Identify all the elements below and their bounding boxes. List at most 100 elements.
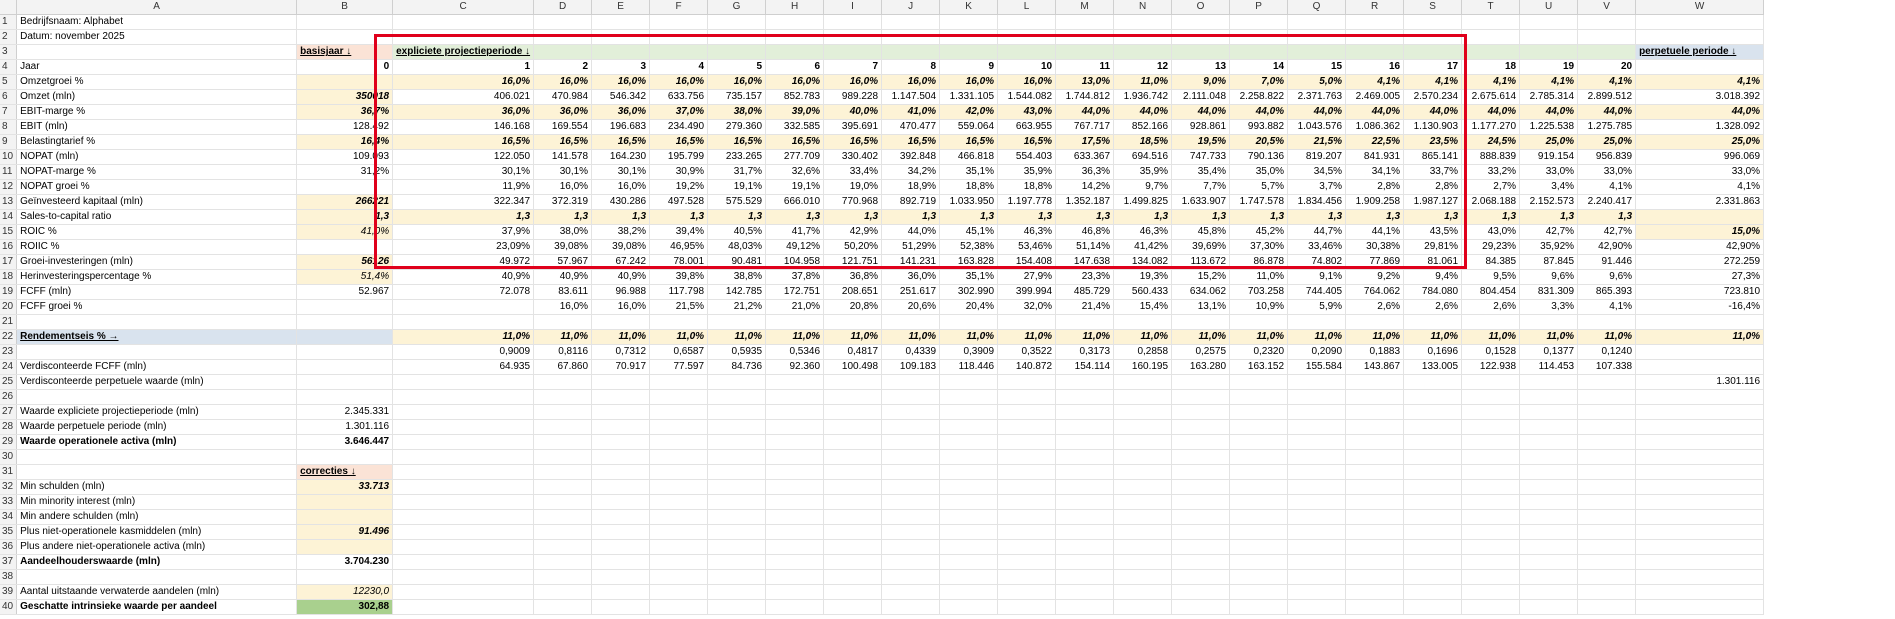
- cell-i20[interactable]: 20,8%: [823, 299, 883, 316]
- cell-r30[interactable]: [1345, 449, 1405, 466]
- cell-q8[interactable]: 1.043.576: [1287, 119, 1347, 136]
- cell-r14[interactable]: 1,3: [1345, 209, 1405, 226]
- cell-h37[interactable]: [765, 554, 825, 571]
- cell-b13[interactable]: 266221: [296, 194, 394, 211]
- cell-u11[interactable]: 33,0%: [1519, 164, 1579, 181]
- cell-s31[interactable]: [1403, 464, 1463, 481]
- cell-p19[interactable]: 703.258: [1229, 284, 1289, 301]
- cell-m12[interactable]: 14,2%: [1055, 179, 1115, 196]
- cell-r7[interactable]: 44,0%: [1345, 104, 1405, 121]
- cell-r36[interactable]: [1345, 539, 1405, 556]
- cell-v3[interactable]: [1577, 44, 1637, 61]
- cell-g4[interactable]: 5: [707, 59, 767, 76]
- cell-b18[interactable]: 51,4%: [296, 269, 394, 286]
- cell-r3[interactable]: [1345, 44, 1405, 61]
- column-header-v[interactable]: V: [1577, 0, 1637, 16]
- cell-c8[interactable]: 146.168: [392, 119, 535, 136]
- row-header[interactable]: 31: [0, 464, 18, 481]
- cell-b40[interactable]: 302,88: [296, 599, 394, 616]
- cell-u27[interactable]: [1519, 404, 1579, 421]
- cell-f22[interactable]: 11,0%: [649, 329, 709, 346]
- cell-t37[interactable]: [1461, 554, 1521, 571]
- cell-a21[interactable]: [16, 314, 298, 331]
- cell-b11[interactable]: 31,2%: [296, 164, 394, 181]
- cell-m35[interactable]: [1055, 524, 1115, 541]
- cell-v14[interactable]: 1,3: [1577, 209, 1637, 226]
- column-header-f[interactable]: F: [649, 0, 709, 16]
- cell-v20[interactable]: 4,1%: [1577, 299, 1637, 316]
- cell-j20[interactable]: 20,6%: [881, 299, 941, 316]
- cell-b39[interactable]: 12230,0: [296, 584, 394, 601]
- cell-t31[interactable]: [1461, 464, 1521, 481]
- cell-w33[interactable]: [1635, 494, 1765, 511]
- cell-j26[interactable]: [881, 389, 941, 406]
- cell-g27[interactable]: [707, 404, 767, 421]
- cell-o37[interactable]: [1171, 554, 1231, 571]
- cell-t7[interactable]: 44,0%: [1461, 104, 1521, 121]
- cell-f6[interactable]: 633.756: [649, 89, 709, 106]
- cell-n30[interactable]: [1113, 449, 1173, 466]
- cell-r23[interactable]: 0,1883: [1345, 344, 1405, 361]
- cell-s32[interactable]: [1403, 479, 1463, 496]
- cell-n3[interactable]: [1113, 44, 1173, 61]
- cell-n29[interactable]: [1113, 434, 1173, 451]
- cell-v24[interactable]: 107.338: [1577, 359, 1637, 376]
- cell-i3[interactable]: [823, 44, 883, 61]
- cell-c13[interactable]: 322.347: [392, 194, 535, 211]
- cell-p5[interactable]: 7,0%: [1229, 74, 1289, 91]
- cell-e6[interactable]: 546.342: [591, 89, 651, 106]
- cell-k5[interactable]: 16,0%: [939, 74, 999, 91]
- cell-c18[interactable]: 40,9%: [392, 269, 535, 286]
- cell-d20[interactable]: 16,0%: [533, 299, 593, 316]
- cell-p35[interactable]: [1229, 524, 1289, 541]
- cell-v15[interactable]: 42,7%: [1577, 224, 1637, 241]
- cell-r38[interactable]: [1345, 569, 1405, 586]
- cell-b6[interactable]: 350018: [296, 89, 394, 106]
- column-header-r[interactable]: R: [1345, 0, 1405, 16]
- cell-m10[interactable]: 633.367: [1055, 149, 1115, 166]
- cell-h27[interactable]: [765, 404, 825, 421]
- cell-a5[interactable]: Omzetgroei %: [16, 74, 298, 91]
- cell-s36[interactable]: [1403, 539, 1463, 556]
- cell-e5[interactable]: 16,0%: [591, 74, 651, 91]
- cell-a33[interactable]: Min minority interest (mln): [16, 494, 298, 511]
- cell-b36[interactable]: [296, 539, 394, 556]
- cell-e17[interactable]: 67.242: [591, 254, 651, 271]
- cell-q15[interactable]: 44,7%: [1287, 224, 1347, 241]
- column-header-c[interactable]: C: [392, 0, 535, 16]
- cell-f7[interactable]: 37,0%: [649, 104, 709, 121]
- cell-r8[interactable]: 1.086.362: [1345, 119, 1405, 136]
- cell-v4[interactable]: 20: [1577, 59, 1637, 76]
- cell-j8[interactable]: 470.477: [881, 119, 941, 136]
- cell-e35[interactable]: [591, 524, 651, 541]
- cell-s8[interactable]: 1.130.903: [1403, 119, 1463, 136]
- cell-o31[interactable]: [1171, 464, 1231, 481]
- cell-d3[interactable]: [533, 44, 593, 61]
- cell-w22[interactable]: 11,0%: [1635, 329, 1765, 346]
- cell-b33[interactable]: [296, 494, 394, 511]
- cell-v6[interactable]: 2.899.512: [1577, 89, 1637, 106]
- cell-j11[interactable]: 34,2%: [881, 164, 941, 181]
- cell-l4[interactable]: 10: [997, 59, 1057, 76]
- cell-e25[interactable]: [591, 374, 651, 391]
- cell-m13[interactable]: 1.352.187: [1055, 194, 1115, 211]
- cell-e11[interactable]: 30,1%: [591, 164, 651, 181]
- cell-h19[interactable]: 172.751: [765, 284, 825, 301]
- cell-n15[interactable]: 46,3%: [1113, 224, 1173, 241]
- cell-d7[interactable]: 36,0%: [533, 104, 593, 121]
- row-header[interactable]: 5: [0, 74, 18, 91]
- cell-f23[interactable]: 0,6587: [649, 344, 709, 361]
- cell-t15[interactable]: 43,0%: [1461, 224, 1521, 241]
- cell-a6[interactable]: Omzet (mln): [16, 89, 298, 106]
- cell-r32[interactable]: [1345, 479, 1405, 496]
- cell-v13[interactable]: 2.240.417: [1577, 194, 1637, 211]
- cell-h22[interactable]: 11,0%: [765, 329, 825, 346]
- column-header-i[interactable]: I: [823, 0, 883, 16]
- cell-k31[interactable]: [939, 464, 999, 481]
- row-header[interactable]: 18: [0, 269, 18, 286]
- cell-q31[interactable]: [1287, 464, 1347, 481]
- cell-s7[interactable]: 44,0%: [1403, 104, 1463, 121]
- cell-k11[interactable]: 35,1%: [939, 164, 999, 181]
- cell-c12[interactable]: 11,9%: [392, 179, 535, 196]
- cell-e23[interactable]: 0,7312: [591, 344, 651, 361]
